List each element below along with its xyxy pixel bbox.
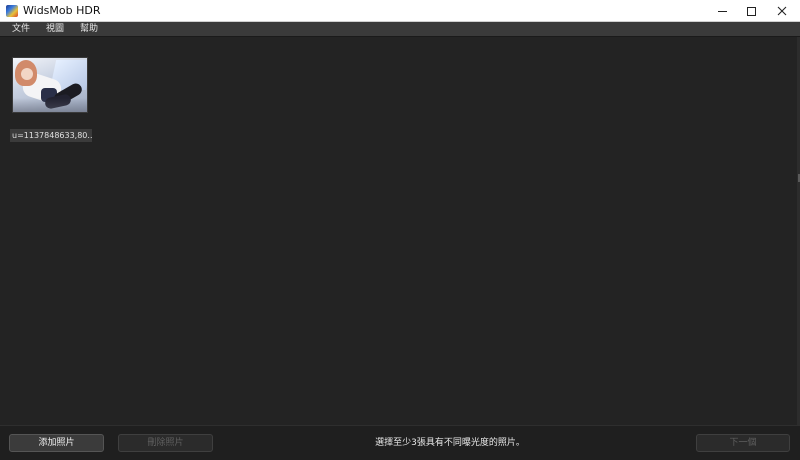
photo-grid-area (0, 37, 800, 425)
menu-bar: 文件 視圖 幫助 (0, 22, 800, 37)
window-title: WidsMob HDR (23, 4, 101, 17)
add-photos-button[interactable]: 添加照片 (9, 434, 104, 452)
bottom-toolbar: 添加照片 刪除照片 選擇至少3張具有不同曝光度的照片。 下一個 (0, 425, 800, 460)
status-hint: 選擇至少3張具有不同曝光度的照片。 (375, 438, 525, 448)
app-logo-icon (6, 5, 18, 17)
thumbnail-figure-face (21, 68, 33, 80)
delete-photos-button[interactable]: 刪除照片 (118, 434, 213, 452)
menu-item-file[interactable]: 文件 (10, 23, 32, 36)
menu-item-help[interactable]: 幫助 (78, 23, 100, 36)
close-icon (777, 6, 787, 16)
next-button[interactable]: 下一個 (696, 434, 790, 452)
photo-filename: u=1137848633,80... (10, 129, 92, 142)
menu-item-view[interactable]: 視圖 (44, 23, 66, 36)
app-window: WidsMob HDR 文件 視圖 幫助 u=1137848633,80... … (0, 0, 800, 460)
photo-thumbnail[interactable] (12, 57, 88, 113)
close-button[interactable] (764, 0, 800, 22)
minimize-icon (717, 10, 727, 12)
thumbnail-shade (13, 98, 87, 112)
title-bar[interactable]: WidsMob HDR (0, 0, 800, 22)
maximize-icon (746, 6, 756, 16)
